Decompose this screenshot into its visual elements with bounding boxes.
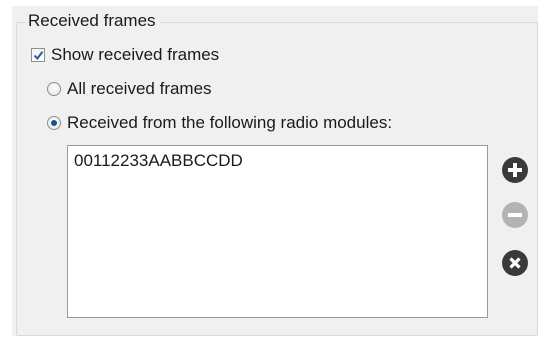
clear-modules-button[interactable] [502,250,528,276]
show-received-frames-option[interactable]: Show received frames [31,44,219,66]
show-received-frames-checkbox[interactable] [31,48,45,62]
remove-module-button[interactable] [502,202,528,228]
all-received-frames-radio[interactable] [47,82,61,96]
list-item[interactable]: 00112233AABBCCDD [72,150,483,172]
add-module-button[interactable] [502,157,528,183]
radio-selected-dot [51,120,57,126]
plus-circle-icon [502,157,528,183]
all-received-frames-label: All received frames [67,79,212,98]
show-received-frames-label: Show received frames [51,45,220,64]
checkmark-icon [33,50,43,60]
x-circle-icon [502,250,528,276]
radio-modules-list[interactable]: 00112233AABBCCDD [67,145,488,318]
received-from-modules-option[interactable]: Received from the following radio module… [47,112,392,134]
received-from-modules-radio[interactable] [47,116,61,130]
group-title: Received frames [26,10,160,32]
all-received-frames-option[interactable]: All received frames [47,78,212,100]
minus-circle-icon [502,202,528,228]
received-from-modules-label: Received from the following radio module… [67,113,393,132]
